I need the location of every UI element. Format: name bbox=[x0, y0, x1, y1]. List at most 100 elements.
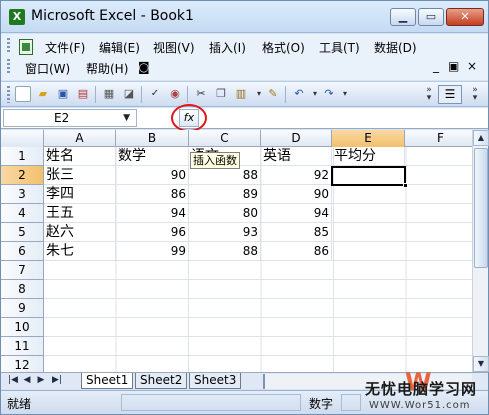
scroll-thumb[interactable] bbox=[474, 148, 488, 268]
worksheet-grid[interactable]: A B C D E F 1 2 3 4 5 6 7 8 9 10 11 12 姓… bbox=[1, 130, 472, 372]
cell-a3[interactable]: 李四 bbox=[44, 185, 116, 204]
menu-grip[interactable] bbox=[7, 38, 10, 54]
camera-icon[interactable]: ◙ bbox=[138, 60, 150, 74]
cell-c3[interactable]: 89 bbox=[189, 185, 261, 204]
cell-a6[interactable]: 朱七 bbox=[44, 242, 116, 261]
permission-icon[interactable]: ▤ bbox=[75, 86, 91, 102]
open-icon[interactable]: ▰ bbox=[35, 86, 51, 102]
sheet-tab-sheet1[interactable]: Sheet1 bbox=[81, 373, 134, 389]
menu-window[interactable]: 窗口(W) bbox=[25, 60, 70, 77]
name-box-dropdown-icon[interactable]: ▼ bbox=[123, 110, 130, 126]
print-preview-icon[interactable]: ◪ bbox=[121, 86, 137, 102]
sheet-tab-sheet2[interactable]: Sheet2 bbox=[135, 373, 188, 389]
row-header[interactable]: 10 bbox=[1, 318, 44, 337]
column-header-a[interactable]: A bbox=[44, 130, 116, 147]
formula-input[interactable] bbox=[206, 109, 484, 127]
cell-a2[interactable]: 张三 bbox=[44, 166, 116, 185]
column-header-b[interactable]: B bbox=[116, 130, 189, 147]
cell-a4[interactable]: 王五 bbox=[44, 204, 116, 223]
toolbar-grip[interactable] bbox=[7, 86, 10, 103]
menu-view[interactable]: 视图(V) bbox=[153, 39, 195, 56]
row-header[interactable]: 9 bbox=[1, 299, 44, 318]
menu-data[interactable]: 数据(D) bbox=[374, 39, 417, 56]
cell-d1[interactable]: 英语 bbox=[261, 147, 332, 166]
toolbar-options-icon[interactable]: » ▾ bbox=[421, 86, 437, 103]
undo-icon[interactable]: ↶ bbox=[291, 86, 307, 102]
row-header[interactable]: 8 bbox=[1, 280, 44, 299]
menu-grip-2[interactable] bbox=[7, 59, 10, 75]
cell-d6[interactable]: 86 bbox=[261, 242, 332, 261]
format-painter-icon[interactable]: ✎ bbox=[265, 86, 281, 102]
row-header[interactable]: 3 bbox=[1, 185, 44, 204]
sheet-tab-sheet3[interactable]: Sheet3 bbox=[189, 373, 242, 389]
cell-b6[interactable]: 99 bbox=[116, 242, 189, 261]
menu-format[interactable]: 格式(O) bbox=[262, 39, 305, 56]
excel-app-icon[interactable]: X bbox=[9, 9, 25, 25]
cut-icon[interactable]: ✂ bbox=[193, 86, 209, 102]
column-header-e[interactable]: E bbox=[332, 130, 405, 147]
redo-dropdown-icon[interactable]: ▾ bbox=[337, 86, 353, 102]
cell-b4[interactable]: 94 bbox=[116, 204, 189, 223]
new-icon[interactable] bbox=[15, 86, 31, 102]
cell-b5[interactable]: 96 bbox=[116, 223, 189, 242]
copy-icon[interactable]: ❐ bbox=[213, 86, 229, 102]
cell-b1[interactable]: 数学 bbox=[116, 147, 189, 166]
row-header[interactable]: 12 bbox=[1, 356, 44, 372]
toolbar-options-icon-2[interactable]: » ▾ bbox=[467, 86, 483, 103]
mdi-minimize-button[interactable]: _ bbox=[433, 59, 439, 73]
last-sheet-button[interactable]: ▶| bbox=[51, 375, 63, 385]
active-cell-e2[interactable] bbox=[331, 166, 408, 188]
vertical-scrollbar[interactable]: ▲ ▼ bbox=[472, 130, 489, 372]
toolbar-separator bbox=[95, 86, 96, 103]
print-icon[interactable]: ▦ bbox=[101, 86, 117, 102]
row-header[interactable]: 1 bbox=[1, 147, 44, 166]
save-icon[interactable]: ▣ bbox=[55, 86, 71, 102]
research-icon[interactable]: ◉ bbox=[167, 86, 183, 102]
next-sheet-button[interactable]: ▶ bbox=[35, 375, 47, 385]
cell-b2[interactable]: 90 bbox=[116, 166, 189, 185]
horizontal-scrollbar[interactable] bbox=[263, 374, 472, 389]
column-header-d[interactable]: D bbox=[261, 130, 332, 147]
cell-b3[interactable]: 86 bbox=[116, 185, 189, 204]
cell-d5[interactable]: 85 bbox=[261, 223, 332, 242]
row-header[interactable]: 2 bbox=[1, 166, 44, 185]
scroll-up-button[interactable]: ▲ bbox=[473, 130, 489, 146]
scroll-down-button[interactable]: ▼ bbox=[473, 356, 489, 372]
prev-sheet-button[interactable]: ◀ bbox=[21, 375, 33, 385]
row-header[interactable]: 4 bbox=[1, 204, 44, 223]
menu-insert[interactable]: 插入(I) bbox=[209, 39, 246, 56]
mdi-restore-button[interactable]: ▣ bbox=[448, 59, 459, 73]
menu-edit[interactable]: 编辑(E) bbox=[99, 39, 140, 56]
row-header[interactable]: 5 bbox=[1, 223, 44, 242]
cell-d3[interactable]: 90 bbox=[261, 185, 332, 204]
spelling-icon[interactable]: ✓ bbox=[147, 86, 163, 102]
redo-icon[interactable]: ↷ bbox=[321, 86, 337, 102]
cell-e1[interactable]: 平均分 bbox=[332, 147, 405, 166]
row-header[interactable]: 7 bbox=[1, 261, 44, 280]
cell-d2[interactable]: 92 bbox=[261, 166, 332, 185]
minimize-button[interactable]: ▁ bbox=[390, 8, 416, 26]
align-button[interactable]: ☰ bbox=[438, 85, 462, 104]
row-header[interactable]: 11 bbox=[1, 337, 44, 356]
maximize-button[interactable]: ▭ bbox=[418, 8, 444, 26]
first-sheet-button[interactable]: |◀ bbox=[7, 375, 19, 385]
fill-handle[interactable] bbox=[403, 183, 408, 188]
menu-file[interactable]: 文件(F) bbox=[45, 39, 85, 56]
paste-icon[interactable]: ▥ bbox=[233, 86, 249, 102]
close-button[interactable]: ✕ bbox=[446, 8, 484, 26]
menu-tools[interactable]: 工具(T) bbox=[319, 39, 360, 56]
row-header[interactable]: 6 bbox=[1, 242, 44, 261]
column-header-c[interactable]: C bbox=[189, 130, 261, 147]
cell-c4[interactable]: 80 bbox=[189, 204, 261, 223]
mdi-close-button[interactable]: × bbox=[467, 59, 477, 73]
cell-d4[interactable]: 94 bbox=[261, 204, 332, 223]
column-header-f[interactable]: F bbox=[405, 130, 472, 147]
cell-a5[interactable]: 赵六 bbox=[44, 223, 116, 242]
cell-c5[interactable]: 93 bbox=[189, 223, 261, 242]
document-icon[interactable] bbox=[19, 39, 33, 55]
select-all-corner[interactable] bbox=[1, 130, 44, 147]
menu-help[interactable]: 帮助(H) bbox=[86, 60, 128, 77]
cell-a1[interactable]: 姓名 bbox=[44, 147, 116, 166]
name-box[interactable]: E2 ▼ bbox=[3, 109, 137, 127]
cell-c6[interactable]: 88 bbox=[189, 242, 261, 261]
